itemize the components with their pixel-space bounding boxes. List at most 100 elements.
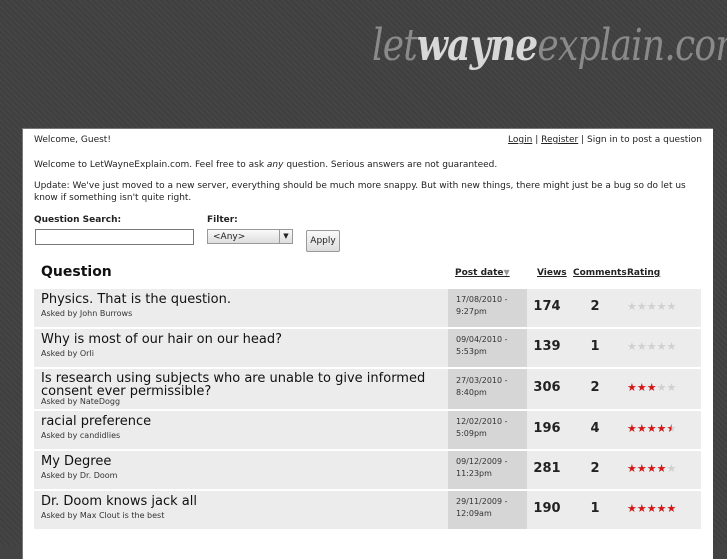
- post-time: 5:53pm: [456, 347, 487, 356]
- post-time: 5:09pm: [456, 429, 487, 438]
- star-icon: ★: [656, 340, 667, 353]
- star-icon: ★: [656, 502, 667, 515]
- dropdown-arrow-icon: ▼: [279, 230, 292, 243]
- rating-stars: ★★★★★: [627, 300, 676, 313]
- comments-count: 1: [590, 501, 600, 516]
- star-icon: ★: [666, 340, 677, 353]
- post-date-cell: 09/12/2009 - 11:23pm: [448, 451, 527, 489]
- content-panel: Welcome, Guest! Login | Register | Sign …: [22, 128, 713, 559]
- star-icon: ★: [666, 422, 677, 435]
- question-title-link[interactable]: Physics. That is the question.: [41, 293, 441, 306]
- question-title-link[interactable]: Why is most of our hair on our head?: [41, 333, 441, 346]
- star-icon: ★: [627, 422, 637, 435]
- post-date-cell: 27/03/2010 - 8:40pm: [448, 369, 527, 409]
- column-header-views[interactable]: Views: [537, 268, 567, 278]
- table-row: Why is most of our hair on our head? Aske…: [34, 329, 701, 369]
- comments-count: 2: [590, 380, 600, 395]
- star-icon: ★: [656, 462, 667, 475]
- star-icon: ★: [636, 300, 647, 313]
- register-link[interactable]: Register: [541, 135, 578, 145]
- post-date: 12/02/2010 -: [456, 417, 508, 426]
- star-icon: ★: [656, 422, 667, 435]
- post-time: 11:23pm: [456, 469, 492, 478]
- table-row: Is research using subjects who are unabl…: [34, 369, 701, 411]
- star-icon: ★: [666, 462, 677, 475]
- search-input[interactable]: [35, 229, 194, 245]
- table-row: racial preference Asked by candidlies 12/0…: [34, 411, 701, 451]
- apply-button[interactable]: Apply: [306, 230, 340, 252]
- post-date-cell: 12/02/2010 - 5:09pm: [448, 411, 527, 449]
- star-icon: ★: [666, 300, 677, 313]
- rating-stars: ★★★★★: [627, 381, 676, 394]
- post-date: 09/04/2010 -: [456, 335, 508, 344]
- post-date: 29/11/2009 -: [456, 497, 508, 506]
- rating-stars: ★★★★★: [627, 340, 676, 353]
- table-row: My Degree Asked by Dr. Doom 09/12/2009 - 11…: [34, 451, 701, 491]
- filter-select[interactable]: <Any> ▼: [207, 229, 293, 244]
- star-icon: ★: [646, 300, 657, 313]
- star-icon: ★: [666, 502, 677, 515]
- star-icon: ★: [636, 502, 647, 515]
- star-icon: ★: [636, 462, 647, 475]
- intro-text: Welcome to LetWayneExplain.com. Feel fre…: [34, 160, 498, 170]
- auth-separator-2: |: [581, 135, 585, 145]
- post-time: 8:40pm: [456, 388, 487, 397]
- views-count: 174: [533, 299, 561, 314]
- star-icon: ★: [636, 422, 647, 435]
- asked-by-text: Asked by Max Clout is the best: [41, 511, 165, 520]
- comments-count: 1: [590, 339, 600, 354]
- star-icon: ★: [627, 502, 637, 515]
- star-icon: ★: [656, 300, 667, 313]
- site-logo[interactable]: letwayneexplain.com: [372, 20, 727, 71]
- login-link[interactable]: Login: [508, 135, 532, 145]
- column-header-rating[interactable]: Rating: [627, 268, 660, 278]
- column-header-comments[interactable]: Comments: [573, 268, 627, 278]
- star-icon: ★: [627, 381, 637, 394]
- filter-selected-value: <Any>: [213, 232, 246, 242]
- star-icon: ★: [666, 381, 677, 394]
- asked-by-text: Asked by John Burrows: [41, 309, 133, 318]
- search-label: Question Search:: [34, 215, 122, 225]
- update-notice: Update: We've just moved to a new server…: [34, 181, 686, 203]
- star-icon: ★: [646, 502, 657, 515]
- auth-links: Login | Register | Sign in to post a que…: [508, 135, 702, 145]
- views-count: 139: [533, 339, 561, 354]
- star-icon: ★: [627, 340, 637, 353]
- views-count: 281: [533, 461, 561, 476]
- rating-stars: ★★★★★: [627, 502, 676, 515]
- question-title-link[interactable]: Dr. Doom knows jack all: [41, 495, 441, 508]
- post-date-cell: 29/11/2009 - 12:09am: [448, 491, 527, 529]
- post-time: 9:27pm: [456, 307, 487, 316]
- question-title-link[interactable]: racial preference: [41, 415, 441, 428]
- post-date: 27/03/2010 -: [456, 376, 508, 385]
- rating-stars: ★★★★★: [627, 422, 676, 435]
- table-row: Dr. Doom knows jack all Asked by Max Clou…: [34, 491, 701, 531]
- question-title-link[interactable]: My Degree: [41, 455, 441, 468]
- comments-count: 2: [590, 299, 600, 314]
- post-date: 17/08/2010 -: [456, 295, 508, 304]
- star-icon: ★: [627, 300, 637, 313]
- filter-label: Filter:: [207, 215, 238, 225]
- rating-stars: ★★★★★: [627, 462, 676, 475]
- star-icon: ★: [646, 462, 657, 475]
- views-count: 306: [533, 380, 561, 395]
- welcome-text: Welcome, Guest!: [34, 135, 111, 145]
- post-date-cell: 09/04/2010 - 5:53pm: [448, 329, 527, 367]
- star-icon: ★: [627, 462, 637, 475]
- views-count: 190: [533, 501, 561, 516]
- comments-count: 4: [590, 421, 600, 436]
- asked-by-text: Asked by candidlies: [41, 431, 121, 440]
- asked-by-text: Asked by Dr. Doom: [41, 471, 118, 480]
- views-count: 196: [533, 421, 561, 436]
- column-header-post-date[interactable]: Post date▼: [455, 268, 510, 278]
- star-icon: ★: [636, 340, 647, 353]
- signin-hint: Sign in to post a question: [586, 135, 702, 145]
- post-date: 09/12/2009 -: [456, 457, 508, 466]
- star-icon: ★: [646, 381, 657, 394]
- star-icon: ★: [636, 381, 647, 394]
- auth-separator: |: [535, 135, 539, 145]
- asked-by-text: Asked by NateDogg: [41, 397, 121, 406]
- column-header-question: Question: [41, 264, 112, 280]
- question-title-link[interactable]: Is research using subjects who are unabl…: [41, 372, 441, 398]
- post-time: 12:09am: [456, 509, 492, 518]
